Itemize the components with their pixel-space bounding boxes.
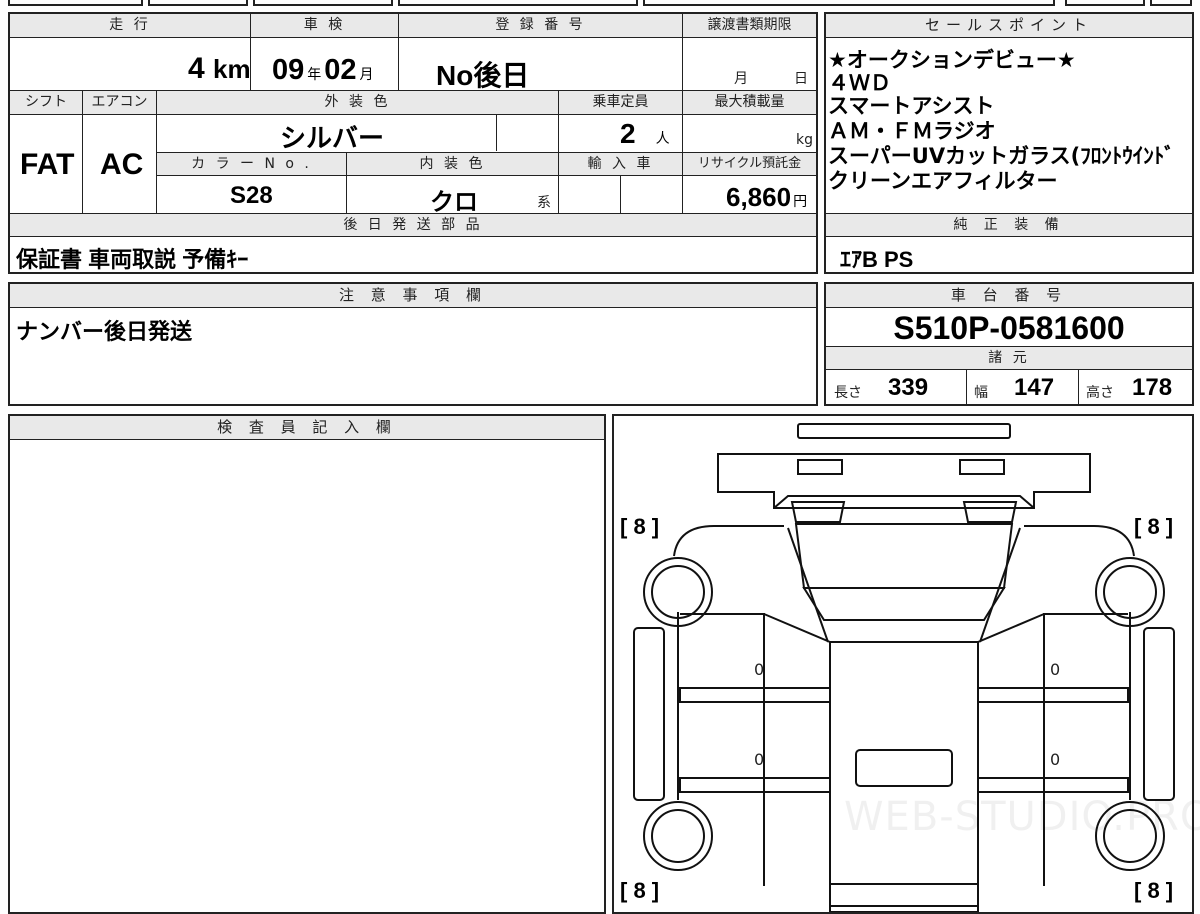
transfer-deadline-label: 譲渡書類期限 (682, 14, 816, 38)
notes-label: 注 意 事 項 欄 (10, 284, 816, 308)
sales-point-item: ★オークションデビュー★ (828, 48, 1076, 72)
top-strip (0, 0, 1200, 8)
sales-points-list: ★オークションデビュー★ ４ＷＤ スマートアシスト ＡＭ・ＦＭラジオ スーパーU… (828, 48, 1192, 194)
sales-points-label: セールスポイント (826, 14, 1192, 38)
interior-color-label: 内 装 色 (346, 152, 558, 176)
sales-point-item: スーパーUVカットガラス(ﾌﾛﾝﾄｳｲﾝﾄﾞ (828, 144, 1175, 168)
sales-point-item: ＡＭ・ＦＭラジオ (828, 119, 996, 143)
inspector-label: 検 査 員 記 入 欄 (10, 416, 604, 440)
length-value: 339 (888, 374, 929, 401)
tire-mark-front-left: [ 8 ] (620, 514, 660, 539)
mileage-value: 4 km (188, 52, 251, 85)
exterior-color-label: 外 装 色 (156, 91, 558, 115)
inspection-label: 車 検 (250, 14, 398, 38)
import-label: 輸 入 車 (559, 152, 682, 176)
capacity-value: 2人 (620, 118, 670, 149)
max-load-label: 最大積載量 (682, 91, 816, 115)
panel-mark: 0 (1050, 750, 1061, 769)
specs-label: 諸 元 (826, 346, 1192, 370)
inspection-value: 09 年 02 月 (272, 54, 374, 86)
tire-mark-rear-left: [ 8 ] (620, 878, 660, 903)
sales-points-box: セールスポイント ★オークションデビュー★ ４ＷＤ スマートアシスト ＡＭ・ＦＭ… (824, 12, 1194, 274)
chassis-box: 車 台 番 号 S510P-0581600 諸 元 長さ 339 幅 147 高… (824, 282, 1194, 406)
shift-value: FAT (20, 148, 75, 181)
capacity-label: 乗車定員 (558, 91, 682, 115)
height-label: 高さ (1086, 385, 1114, 401)
watermark: WEB-STUDIO.PRO (844, 794, 1200, 840)
interior-color-value: クロ (430, 189, 478, 216)
interior-color-suffix: 系 (537, 195, 551, 211)
height-value: 178 (1132, 374, 1173, 401)
shift-label: シフト (10, 91, 82, 115)
tire-mark-front-right: [ 8 ] (1134, 514, 1174, 539)
notes-box: 注 意 事 項 欄 ナンバー後日発送 (8, 282, 818, 406)
panel-mark: 0 (754, 660, 765, 679)
registration-value: No後日 (436, 60, 530, 91)
tire-mark-rear-right: [ 8 ] (1134, 878, 1174, 903)
color-no-label: カ ラ ー N o . (157, 152, 346, 176)
main-table: 走 行 車 検 登 録 番 号 譲渡書類期限 4 km 09 年 02 月 No後日 … (8, 12, 818, 274)
later-parts-value: 保証書 車両取説 予備ｷｰ (16, 247, 249, 272)
genuine-equipment-value: ｴｱB PS (840, 247, 914, 272)
inspector-box: 検 査 員 記 入 欄 (8, 414, 606, 914)
panel-mark: 0 (1050, 660, 1061, 679)
sales-point-item: クリーンエアフィルター (828, 169, 1058, 193)
sales-point-item: スマートアシスト (828, 94, 995, 118)
transfer-month: 月 (734, 71, 748, 87)
registration-label: 登 録 番 号 (398, 14, 682, 38)
aircon-label: エアコン (82, 91, 156, 115)
later-parts-label: 後 日 発 送 部 品 (10, 213, 816, 237)
chassis-value: S510P-0581600 (893, 310, 1125, 346)
chassis-label: 車 台 番 号 (826, 284, 1192, 308)
width-value: 147 (1014, 374, 1055, 401)
max-load-unit: kg (796, 132, 813, 148)
notes-value: ナンバー後日発送 (16, 319, 193, 344)
panel-mark: 0 (754, 750, 765, 769)
mileage-label: 走 行 (10, 14, 250, 38)
car-diagram-box: [ 8 ] [ 8 ] [ 8 ] [ 8 ] 0 0 0 0 WEB-STUD… (612, 414, 1200, 914)
genuine-equipment-label: 純 正 装 備 (826, 213, 1192, 237)
width-label: 幅 (974, 385, 988, 401)
sales-point-item: ４ＷＤ (828, 71, 891, 95)
color-no-value: S28 (230, 182, 273, 209)
recycle-value: 6,860 円 (726, 182, 808, 212)
aircon-value: AC (100, 148, 144, 181)
exterior-color-value: シルバー (280, 123, 385, 153)
transfer-day: 日 (794, 71, 808, 87)
length-label: 長さ (834, 385, 862, 401)
recycle-label: リサイクル預託金 (683, 152, 816, 176)
